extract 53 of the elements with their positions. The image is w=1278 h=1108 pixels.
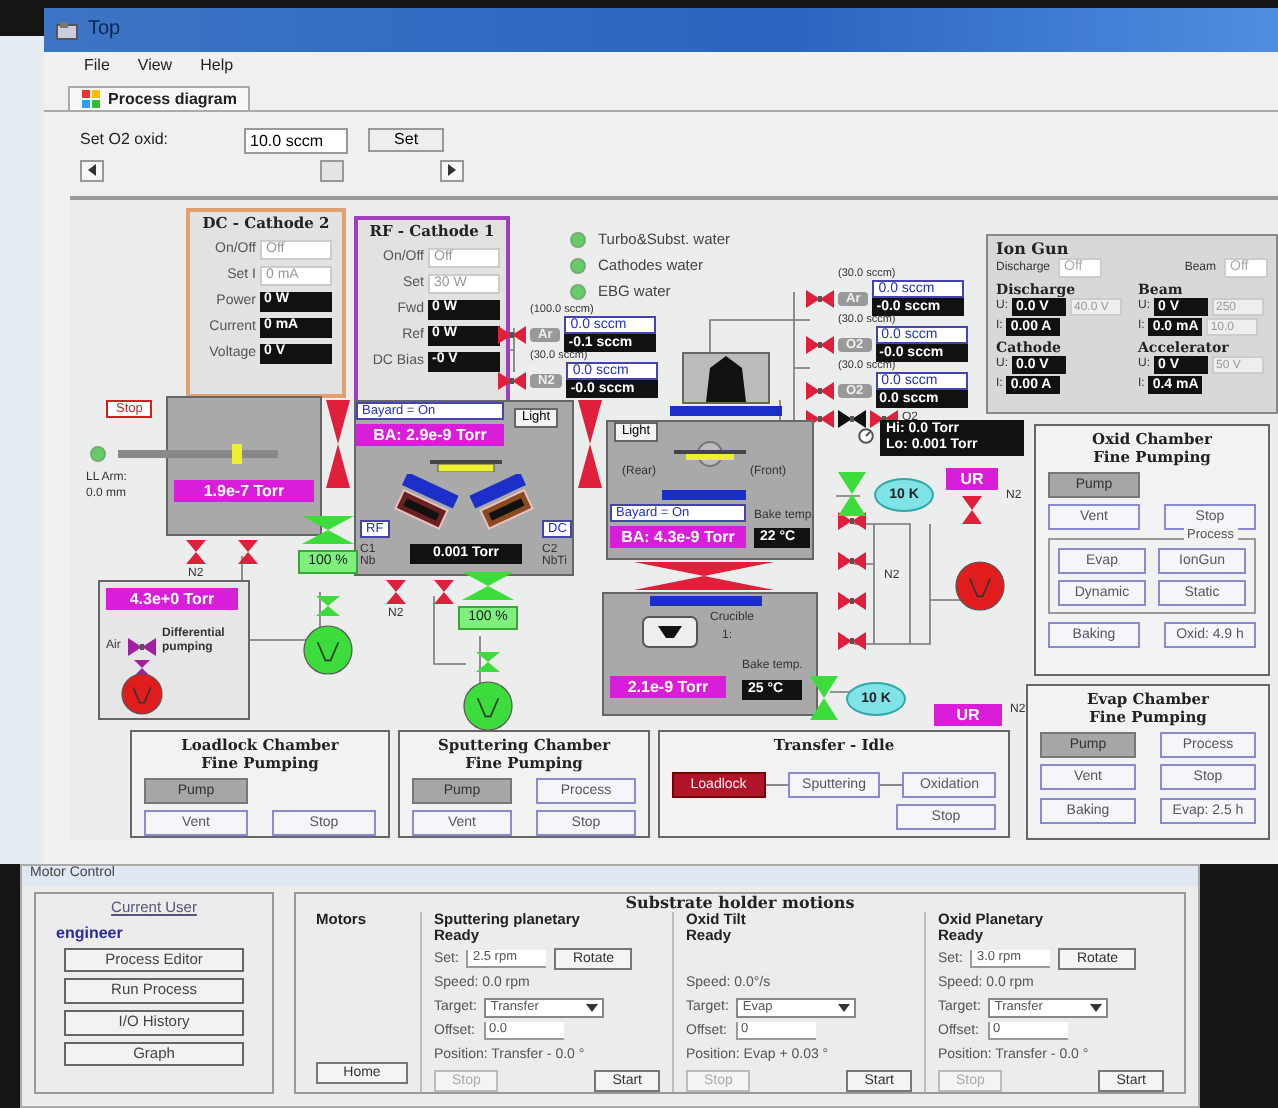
magnetron-drawing (470, 474, 538, 534)
valve-icon[interactable] (838, 410, 866, 428)
tab[interactable]: Process diagram (68, 85, 251, 110)
section-heading: Substrate holder motions (623, 894, 857, 913)
substrate-holder-drawing (670, 440, 750, 468)
gate-valve-icon[interactable] (578, 400, 602, 488)
panel-title: Ion Gun (996, 240, 1069, 259)
shutter-drawing (670, 406, 782, 416)
pressure-readout: 1.9e-7 Torr (174, 480, 314, 503)
scroll-thumb[interactable] (320, 159, 344, 181)
status-dot (90, 446, 106, 462)
menu-item[interactable]: File (84, 56, 110, 76)
magnetron-drawing (390, 474, 458, 534)
valve-icon[interactable] (806, 381, 834, 400)
o2-input-field[interactable]: 10.0 sccm (244, 127, 349, 153)
pressure-readout: 2.1e-9 Torr (610, 676, 726, 699)
valve-icon[interactable] (838, 592, 866, 610)
scroll-right-button[interactable] (440, 159, 464, 181)
shutter-drawing (662, 490, 746, 500)
pressure-readout: BA: 2.9e-9 Torr (356, 424, 504, 447)
gauge-icon (858, 428, 874, 444)
caret-icon (838, 1003, 851, 1012)
caret-icon (1090, 1003, 1103, 1012)
valve-icon[interactable] (498, 371, 526, 390)
scroll-left-button[interactable] (80, 159, 104, 181)
valve-icon[interactable] (838, 512, 866, 530)
shutter-drawing (650, 596, 762, 606)
window-title: Top (88, 18, 121, 42)
set-button[interactable]: Set (368, 127, 445, 153)
squares-icon (82, 89, 102, 108)
user-name: engineer (56, 923, 123, 942)
gauge-label: UR (934, 704, 1002, 727)
valve-icon[interactable] (838, 632, 866, 650)
window-icon (56, 21, 78, 39)
field-label: Set O2 oxid: (80, 130, 169, 150)
substrate-holder-drawing (430, 460, 502, 472)
arm-slider-thumb[interactable] (232, 444, 242, 464)
valve-icon[interactable] (806, 289, 834, 308)
valve-icon[interactable] (838, 552, 866, 570)
pressure-readout: 4.3e+0 Torr (106, 588, 238, 611)
menu-item[interactable]: Help (200, 56, 234, 76)
valve-icon[interactable] (806, 335, 834, 354)
gate-valve-icon[interactable] (326, 400, 350, 488)
gauge-label: UR (946, 468, 998, 491)
menu-item[interactable]: View (137, 56, 173, 76)
valve-icon[interactable] (128, 638, 156, 656)
valve-icon[interactable] (498, 325, 526, 344)
crucible-drawing (642, 616, 698, 648)
ion-source-drawing (682, 352, 770, 404)
caret-icon (586, 1003, 599, 1012)
left-arrow-icon (88, 164, 96, 176)
pressure-readout: BA: 4.3e-9 Torr (610, 526, 746, 549)
right-arrow-icon (448, 164, 456, 176)
